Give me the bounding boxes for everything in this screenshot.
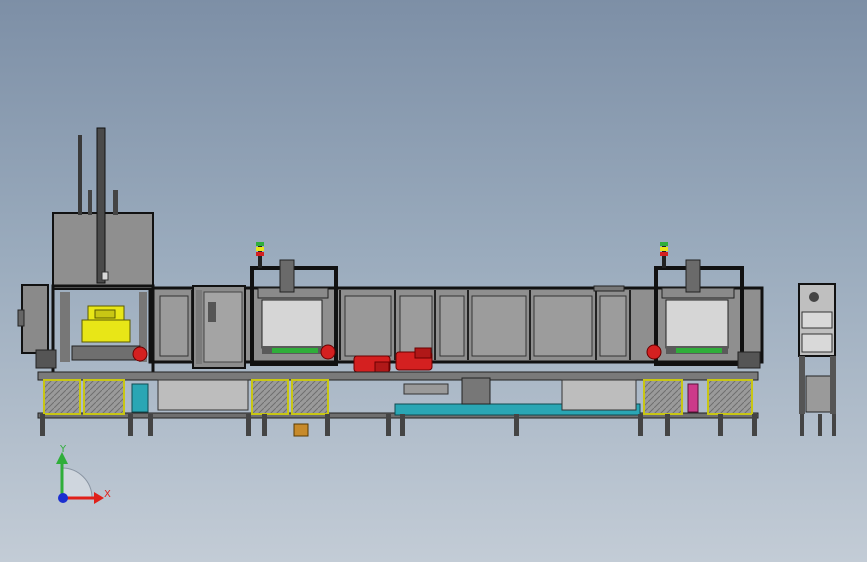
axis-triad: Y X: [56, 444, 111, 504]
x-axis-label: X: [104, 489, 111, 500]
left-tower: [51, 127, 155, 380]
base-conveyor: [37, 371, 759, 437]
z-axis-dot: [58, 493, 68, 503]
y-axis-label: Y: [59, 444, 67, 455]
side-view: [798, 283, 836, 436]
control-cabinet: [192, 285, 246, 369]
left-side-box: [17, 284, 57, 369]
machine-drawing: Y X: [17, 127, 836, 504]
cad-viewport[interactable]: Y X: [0, 0, 867, 562]
